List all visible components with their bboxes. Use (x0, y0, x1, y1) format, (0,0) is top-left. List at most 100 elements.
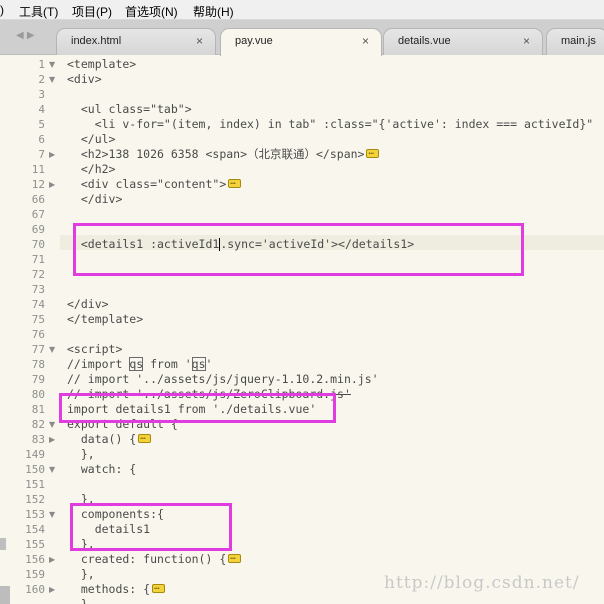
fold-toggle-icon[interactable]: ▼ (49, 462, 55, 477)
tab-details-vue[interactable]: details.vue × (383, 28, 543, 55)
tab-pay-vue[interactable]: pay.vue × (220, 28, 382, 56)
close-icon[interactable]: × (362, 34, 369, 48)
line-number: 75 (31, 313, 45, 326)
code-line[interactable]: <div> (67, 72, 102, 87)
code-text: </div> (67, 297, 109, 311)
fold-toggle-icon[interactable]: ▼ (49, 342, 55, 357)
menu-item-help[interactable]: 帮助(H) (193, 3, 234, 20)
menu-item-partial[interactable]: ) (0, 3, 4, 17)
line-number: 80 (31, 388, 45, 401)
code-line[interactable]: </div> (67, 297, 109, 312)
annotation-box-components (70, 503, 232, 551)
code-text: ' (205, 357, 213, 371)
tab-index-html[interactable]: index.html × (56, 28, 216, 55)
fold-toggle-icon[interactable]: ▶ (49, 432, 55, 447)
code-text: watch: { (67, 462, 137, 476)
line-number: 83 (31, 433, 45, 446)
code-line[interactable]: // import '../assets/js/jquery-1.10.2.mi… (67, 372, 379, 387)
code-line[interactable]: methods: { (67, 580, 166, 597)
code-line[interactable]: watch: { (67, 462, 136, 477)
fold-toggle-icon[interactable]: ▼ (49, 507, 55, 522)
code-text: <ul class="tab"> (67, 102, 192, 116)
code-text: <script> (67, 342, 123, 356)
line-number: 152 (25, 493, 45, 506)
code-line[interactable]: //import qs from 'qs' (67, 357, 212, 372)
line-number: 73 (31, 283, 45, 296)
fold-toggle-icon[interactable]: ▶ (49, 582, 55, 597)
line-number: 6 (38, 133, 45, 146)
line-number: 11 (31, 163, 45, 176)
line-number: 156 (25, 553, 45, 566)
line-number: 155 (25, 538, 45, 551)
menu-item-preferences[interactable]: 首选项(N) (125, 3, 178, 20)
code-line[interactable]: </div> (67, 192, 123, 207)
code-text: <li v-for="(item, index) in tab" :class=… (67, 117, 594, 131)
folded-code-ellipsis-icon[interactable] (138, 430, 152, 445)
folded-code-ellipsis-icon[interactable] (228, 550, 242, 565)
fold-toggle-icon[interactable]: ▶ (49, 177, 55, 192)
line-number: 5 (38, 118, 45, 131)
line-number: 67 (31, 208, 45, 221)
line-number: 71 (31, 253, 45, 266)
line-number: 4 (38, 103, 45, 116)
menu-item-project[interactable]: 项目(P) (72, 3, 112, 20)
close-icon[interactable]: × (196, 34, 203, 48)
line-number: 81 (31, 403, 45, 416)
code-text: </template> (67, 312, 144, 326)
line-number: 77 (31, 343, 45, 356)
code-text: created: function() { (67, 552, 227, 566)
code-line[interactable]: <script> (67, 342, 122, 357)
code-line[interactable]: }, (67, 447, 95, 462)
code-text: data() { (67, 432, 137, 446)
line-number: 149 (25, 448, 45, 461)
line-number: 2 (38, 73, 45, 86)
code-line[interactable]: </template> (67, 312, 143, 327)
code-text: <div class="content"> (67, 177, 227, 191)
code-text: }, (67, 447, 95, 461)
code-text: //import (67, 357, 130, 371)
code-line[interactable]: <div class="content"> (67, 175, 242, 192)
line-number: 159 (25, 568, 45, 581)
code-line[interactable]: }, (67, 567, 95, 582)
fold-toggle-icon[interactable]: ▼ (49, 57, 55, 72)
menu-item-tools[interactable]: 工具(T) (19, 3, 58, 20)
code-line[interactable]: <template> (67, 57, 136, 72)
code-editor[interactable]: 1 ▼ <template> 2 ▼ <div> 3 4 <ul class="tab"> 5 … (0, 55, 604, 604)
code-line[interactable]: created: function() { (67, 550, 242, 567)
folded-code-ellipsis-icon[interactable] (152, 580, 166, 595)
line-number: 1 (38, 58, 45, 71)
highlighted-token: qs (129, 357, 144, 371)
fold-toggle-icon[interactable]: ▼ (49, 417, 55, 432)
line-number: 3 (38, 88, 45, 101)
close-icon[interactable]: × (523, 34, 530, 48)
code-text: // import '../assets/js/jquery-1.10.2.mi… (67, 372, 379, 386)
code-text: </h2> (67, 162, 116, 176)
code-line[interactable]: } (67, 597, 88, 604)
scrollbar[interactable] (0, 586, 10, 604)
line-number: 7 (38, 148, 45, 161)
fold-toggle-icon[interactable]: ▶ (49, 147, 55, 162)
code-text: <template> (67, 57, 137, 71)
code-text: </ul> (67, 132, 116, 146)
annotation-box-details-tag (73, 223, 524, 276)
code-line[interactable]: <h2>138 1026 6358 <span>（北京联通）</span> (67, 145, 380, 162)
line-number: 79 (31, 373, 45, 386)
tab-nav-arrows-icon[interactable]: ◀ ▶ (16, 30, 35, 41)
folded-code-ellipsis-icon[interactable] (228, 175, 242, 190)
fold-toggle-icon[interactable]: ▶ (49, 552, 55, 567)
line-number: 153 (25, 508, 45, 521)
code-line[interactable]: <li v-for="(item, index) in tab" :class=… (67, 117, 594, 132)
highlighted-token: qs (191, 357, 206, 371)
tab-main-js[interactable]: main.js (546, 28, 604, 55)
tab-label: main.js (561, 35, 596, 47)
code-text: </div> (67, 192, 123, 206)
line-number: 78 (31, 358, 45, 371)
tab-label: details.vue (398, 35, 451, 47)
fold-toggle-icon[interactable]: ▼ (49, 72, 55, 87)
folded-code-ellipsis-icon[interactable] (366, 145, 380, 160)
code-line[interactable]: </ul> (67, 132, 116, 147)
tab-bar: ◀ ▶ index.html × pay.vue × details.vue ×… (0, 20, 604, 56)
code-line[interactable]: <ul class="tab"> (67, 102, 192, 117)
code-line[interactable]: </h2> (67, 162, 116, 177)
code-line[interactable]: data() { (67, 430, 152, 447)
